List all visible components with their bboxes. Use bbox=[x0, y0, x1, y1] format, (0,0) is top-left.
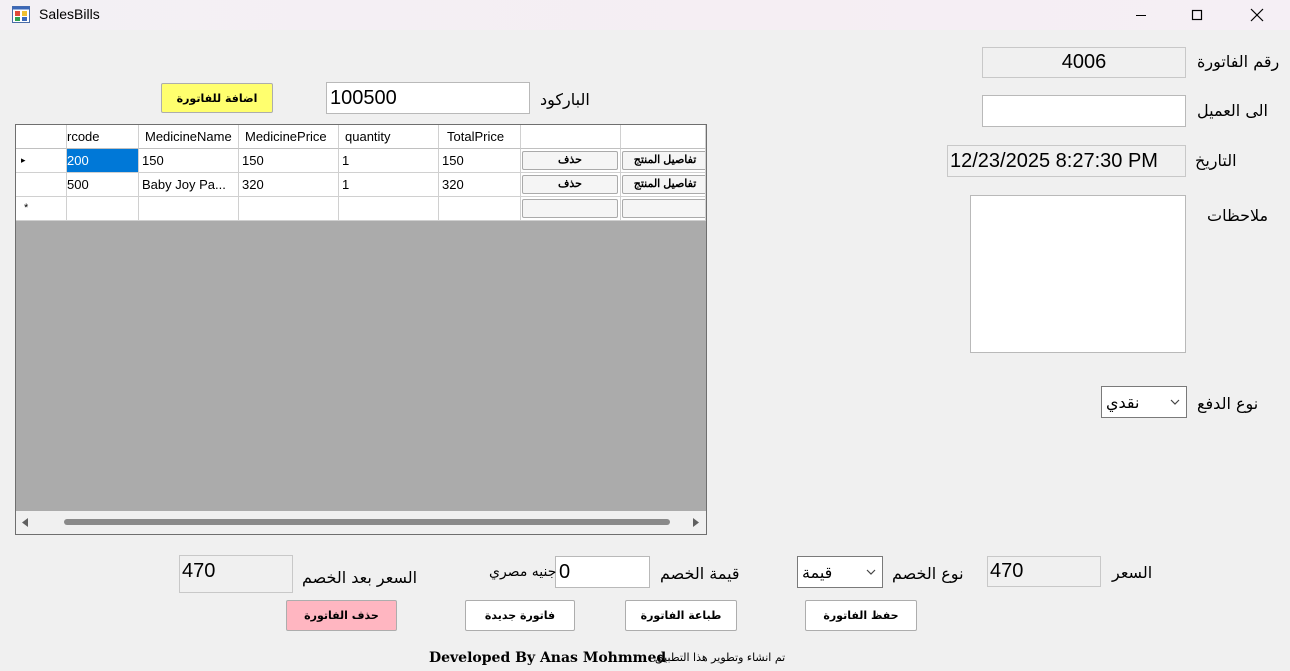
invoice-number-field: 4006 bbox=[982, 47, 1186, 78]
discount-value-input[interactable]: 0 bbox=[555, 556, 650, 588]
cell-total-price[interactable]: 150 bbox=[439, 149, 521, 173]
new-row-indicator: * bbox=[16, 197, 67, 221]
close-icon bbox=[1250, 8, 1264, 22]
discount-type-value: قيمة bbox=[802, 562, 833, 582]
price-label: السعر bbox=[1112, 563, 1153, 582]
cell-delete bbox=[521, 197, 621, 221]
table-row[interactable]: 500 Baby Joy Pa... 320 1 320 حذف تفاصيل … bbox=[16, 173, 706, 197]
delete-invoice-button[interactable]: حذف الفاتورة bbox=[286, 600, 397, 631]
customer-input[interactable] bbox=[982, 95, 1186, 127]
cell-medicine-price[interactable]: 150 bbox=[239, 149, 339, 173]
column-header-medicine-price[interactable]: MedicinePrice bbox=[239, 125, 339, 149]
row-indicator: ▸ bbox=[16, 149, 67, 173]
horizontal-scrollbar[interactable] bbox=[16, 511, 706, 534]
column-header-quantity[interactable]: quantity bbox=[339, 125, 439, 149]
cell-medicine-price[interactable]: 320 bbox=[239, 173, 339, 197]
notes-textarea[interactable] bbox=[970, 195, 1186, 353]
column-header-details[interactable] bbox=[621, 125, 706, 149]
column-header-medicine-name[interactable]: MedicineName bbox=[139, 125, 239, 149]
cell-code[interactable]: 500 bbox=[67, 173, 139, 197]
price-after-discount-label: السعر بعد الخصم bbox=[302, 568, 418, 587]
row-details-button[interactable]: تفاصيل المنتج bbox=[622, 175, 705, 194]
payment-type-label: نوع الدفع bbox=[1197, 394, 1259, 413]
scroll-right-icon[interactable] bbox=[692, 518, 700, 527]
row-indicator bbox=[16, 173, 67, 197]
cell-quantity[interactable]: 1 bbox=[339, 173, 439, 197]
cell-medicine-name[interactable]: Baby Joy Pa... bbox=[139, 173, 239, 197]
app-icon bbox=[12, 6, 30, 23]
row-delete-button[interactable]: حذف bbox=[522, 151, 618, 170]
row-details-button[interactable]: تفاصيل المنتج bbox=[622, 151, 705, 170]
chevron-down-icon bbox=[1170, 399, 1180, 405]
cell-code[interactable]: 200 bbox=[67, 149, 139, 173]
row-details-button[interactable] bbox=[622, 199, 705, 218]
date-field: 12/23/2025 8:27:30 PM bbox=[947, 145, 1186, 177]
barcode-input[interactable]: 100500 bbox=[326, 82, 530, 114]
credit-arabic: تم انشاء وتطوير هذا التطبيق bbox=[655, 651, 786, 664]
new-table-row[interactable]: * bbox=[16, 197, 706, 221]
cell-total-price[interactable] bbox=[439, 197, 521, 221]
price-field: 470 bbox=[987, 556, 1101, 587]
invoice-number-label: رقم الفاتورة bbox=[1197, 52, 1280, 71]
row-delete-button[interactable] bbox=[522, 199, 618, 218]
payment-type-value: نقدي bbox=[1106, 392, 1140, 412]
cell-total-price[interactable]: 320 bbox=[439, 173, 521, 197]
date-label: التاريخ bbox=[1195, 151, 1237, 170]
cell-details: تفاصيل المنتج bbox=[621, 173, 706, 197]
add-to-invoice-button[interactable]: اضافة للفاتورة bbox=[161, 83, 273, 113]
cell-details bbox=[621, 197, 706, 221]
window-title: SalesBills bbox=[39, 6, 100, 22]
price-after-discount-field: 470 bbox=[179, 555, 293, 593]
title-bar: SalesBills bbox=[0, 0, 1290, 30]
row-delete-button[interactable]: حذف bbox=[522, 175, 618, 194]
table-row[interactable]: ▸ 200 150 150 1 150 حذف تفاصيل المنتج bbox=[16, 149, 706, 173]
discount-type-label: نوع الخصم bbox=[892, 564, 964, 583]
discount-value-label: قيمة الخصم bbox=[660, 564, 740, 583]
payment-type-select[interactable]: نقدي bbox=[1101, 386, 1187, 418]
column-header-total-price[interactable]: TotalPrice bbox=[439, 125, 521, 149]
customer-label: الى العميل bbox=[1197, 101, 1268, 120]
developer-credit: Developed By Anas Mohmmed bbox=[429, 650, 667, 666]
row-header-corner bbox=[16, 125, 67, 149]
scrollbar-thumb[interactable] bbox=[64, 519, 670, 525]
invoice-items-grid[interactable]: rcode MedicineName MedicinePrice quantit… bbox=[15, 124, 707, 535]
grid-header-row: rcode MedicineName MedicinePrice quantit… bbox=[16, 125, 706, 149]
minimize-icon bbox=[1136, 15, 1146, 16]
column-header-code[interactable]: rcode bbox=[67, 125, 139, 149]
cell-delete: حذف bbox=[521, 173, 621, 197]
close-button[interactable] bbox=[1234, 0, 1280, 30]
cell-quantity[interactable]: 1 bbox=[339, 149, 439, 173]
cell-code[interactable] bbox=[67, 197, 139, 221]
new-invoice-button[interactable]: فاتورة جديدة bbox=[465, 600, 575, 631]
barcode-label: الباركود bbox=[540, 90, 590, 109]
notes-label: ملاحظات bbox=[1207, 206, 1269, 225]
scroll-left-icon[interactable] bbox=[21, 518, 29, 527]
maximize-button[interactable] bbox=[1174, 0, 1220, 30]
minimize-button[interactable] bbox=[1118, 0, 1164, 30]
chevron-down-icon bbox=[866, 569, 876, 575]
cell-details: تفاصيل المنتج bbox=[621, 149, 706, 173]
column-header-delete[interactable] bbox=[521, 125, 621, 149]
cell-medicine-name[interactable] bbox=[139, 197, 239, 221]
cell-delete: حذف bbox=[521, 149, 621, 173]
currency-label: جنيه مصري bbox=[489, 564, 557, 580]
maximize-icon bbox=[1191, 9, 1203, 21]
discount-type-select[interactable]: قيمة bbox=[797, 556, 883, 588]
cell-quantity[interactable] bbox=[339, 197, 439, 221]
print-invoice-button[interactable]: طباعة الفاتورة bbox=[625, 600, 737, 631]
save-invoice-button[interactable]: حفظ الفاتورة bbox=[805, 600, 917, 631]
cell-medicine-price[interactable] bbox=[239, 197, 339, 221]
cell-medicine-name[interactable]: 150 bbox=[139, 149, 239, 173]
